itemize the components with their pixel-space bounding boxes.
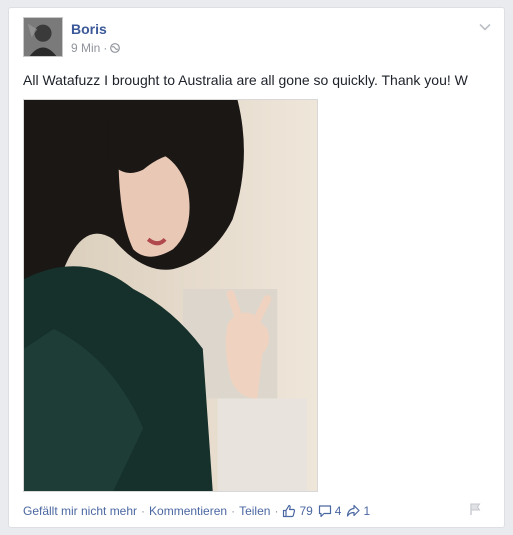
chevron-down-icon[interactable] [478, 20, 492, 34]
comment-link[interactable]: Kommentieren [149, 504, 227, 518]
action-separator: · [141, 504, 146, 518]
share-arrow-icon[interactable] [346, 504, 361, 518]
photo-image [24, 100, 317, 491]
share-link[interactable]: Teilen [239, 504, 270, 518]
avatar-image [24, 18, 62, 56]
post-actions: Gefällt mir nicht mehr · Kommentieren · … [23, 504, 490, 518]
action-separator: · [274, 504, 279, 518]
post-card: Boris 9 Min · All Watafuzz I brought to … [8, 7, 505, 528]
action-separator: · [231, 504, 236, 518]
post-text: All Watafuzz I brought to Australia are … [23, 72, 468, 88]
thumbs-up-icon[interactable] [282, 504, 296, 518]
speech-bubble-icon[interactable] [318, 504, 332, 518]
globe-icon[interactable] [110, 43, 121, 53]
post-timestamp[interactable]: 9 Min [71, 41, 100, 55]
flag-icon[interactable] [468, 502, 482, 516]
author-avatar[interactable] [23, 17, 63, 57]
author-name[interactable]: Boris [71, 21, 107, 37]
post-photo[interactable] [23, 99, 318, 492]
comments-count[interactable]: 4 [335, 504, 342, 518]
post-meta: 9 Min · [71, 41, 121, 55]
meta-separator: · [103, 41, 108, 55]
unlike-link[interactable]: Gefällt mir nicht mehr [23, 504, 137, 518]
shares-count[interactable]: 1 [363, 504, 370, 518]
likes-count[interactable]: 79 [299, 504, 312, 518]
